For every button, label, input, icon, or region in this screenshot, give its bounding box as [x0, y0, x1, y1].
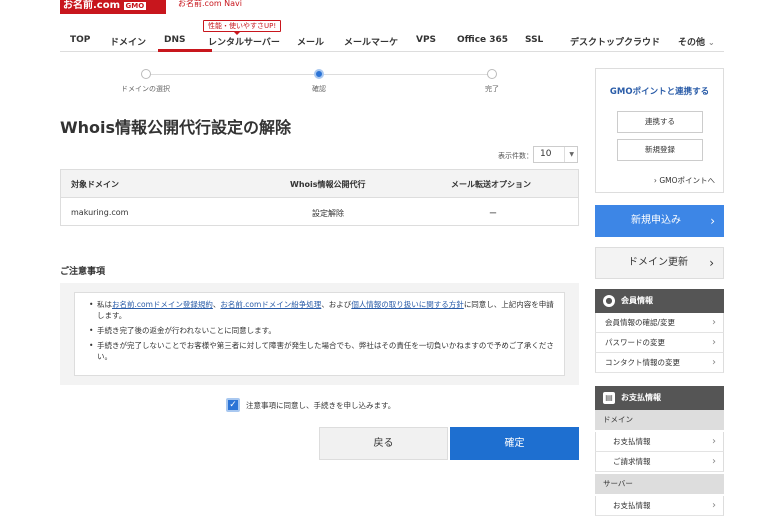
chevron-right-icon: › [712, 337, 716, 348]
top-bar: お名前.com GMO お名前.com Navi [0, 0, 780, 20]
new-application-button[interactable]: 新規申込み › [595, 205, 724, 237]
chevron-down-icon: ⌄ [708, 38, 715, 47]
logo-sub: GMO [123, 2, 147, 10]
dispute-link[interactable]: お名前.comドメイン紛争処理 [220, 300, 321, 309]
gmo-register-button[interactable]: 新規登録 [617, 139, 703, 161]
step-dot-select [141, 69, 151, 79]
sidebar-item-contact[interactable]: コンタクト情報の変更 › [595, 353, 724, 373]
note-terms-mid: 、および [321, 300, 352, 309]
page-title: Whois情報公開代行設定の解除 [60, 118, 292, 137]
sidebar-item-label: パスワードの変更 [605, 338, 665, 347]
caret-down-icon: ▼ [564, 147, 574, 162]
new-application-label: 新規申込み [631, 215, 681, 226]
step-label-complete: 完了 [485, 85, 499, 93]
nav-desktop-cloud[interactable]: デスクトップクラウド [570, 35, 660, 48]
table-cell-whois: 設定解除 [312, 209, 344, 218]
gmo-points-title: GMOポイントと連携する [609, 87, 710, 97]
sidebar-item-server-payment[interactable]: お支払情報 › [595, 496, 724, 516]
sidebar-item-domain-payment[interactable]: お支払情報 › [595, 432, 724, 452]
table-header-whois: Whois情報公開代行 [290, 180, 366, 189]
note-refund: 手続き完了後の返金が行われないことに同意します。 [89, 325, 554, 336]
back-button[interactable]: 戻る [319, 427, 448, 460]
table-header-domain: 対象ドメイン [71, 180, 119, 189]
table-cell-domain: makuring.com [71, 208, 129, 217]
agree-label[interactable]: 注意事項に同意し、手続きを申し込みます。 [246, 400, 395, 411]
sidebar-item-label: 会員情報の確認/変更 [605, 318, 676, 327]
logo-text: お名前.com [63, 0, 121, 11]
note-terms: 私はお名前.comドメイン登録規約、お名前.comドメイン紛争処理、および個人情… [89, 299, 554, 321]
member-info-title: 会員情報 [621, 296, 653, 305]
global-nav: TOP ドメイン DNS レンタルサーバー メール メールマーケ VPS Off… [60, 30, 724, 52]
nav-rental-server[interactable]: レンタルサーバー [208, 35, 280, 48]
payment-server-subheader: サーバー [595, 474, 724, 494]
sidebar-item-label: お支払情報 [613, 501, 651, 510]
table-header-mail-forward: メール転送オプション [451, 180, 531, 189]
nav-other[interactable]: その他 ⌄ [678, 35, 715, 48]
notes-section: 私はお名前.comドメイン登録規約、お名前.comドメイン紛争処理、および個人情… [60, 283, 579, 385]
domain-renewal-button[interactable]: ドメイン更新 › [595, 247, 724, 279]
privacy-link[interactable]: 個人情報の取り扱いに関する方針 [351, 300, 464, 309]
step-label-confirm: 確認 [312, 85, 326, 93]
header-tagline: お名前.com Navi [178, 0, 243, 8]
step-dot-confirm [314, 69, 324, 79]
chevron-right-icon: › [712, 436, 716, 447]
payment-info-title: お支払情報 [621, 393, 661, 402]
note-liability: 手続きが完了しないことでお客様や第三者に対して障害が発生した場合でも、弊社はその… [89, 340, 554, 362]
nav-mail-marketing[interactable]: メールマーケ [344, 35, 398, 48]
payment-domain-subheader: ドメイン [595, 410, 724, 430]
count-select[interactable]: 10 ▼ [533, 146, 578, 163]
nav-badge: 性能・使いやすさUP! [203, 20, 282, 35]
sidebar-item-domain-billing[interactable]: ご請求情報 › [595, 452, 724, 472]
user-icon: ● [603, 295, 615, 307]
nav-dns[interactable]: DNS [164, 35, 186, 45]
nav-top[interactable]: TOP [70, 35, 90, 45]
member-info-header: ● 会員情報 [595, 289, 724, 313]
check-icon: ✓ [229, 400, 237, 410]
chevron-right-icon: › [653, 176, 657, 185]
count-value: 10 [540, 149, 552, 159]
payment-info-header: ▤ お支払情報 [595, 386, 724, 410]
table-cell-mail-forward: ー [489, 209, 497, 218]
chevron-right-icon: › [712, 357, 716, 368]
confirm-button[interactable]: 確定 [450, 427, 579, 460]
gmo-points-box: GMOポイントと連携する 連携する 新規登録 › GMOポイントへ [595, 68, 724, 193]
agree-checkbox[interactable]: ✓ [226, 398, 240, 412]
count-label: 表示件数： [498, 152, 533, 160]
nav-ssl[interactable]: SSL [525, 35, 543, 45]
wallet-icon: ▤ [603, 392, 615, 404]
sidebar-item-label: ご請求情報 [613, 457, 651, 466]
notes-title: ご注意事項 [60, 267, 106, 277]
chevron-right-icon: › [712, 317, 716, 328]
table-header: 対象ドメイン Whois情報公開代行 メール転送オプション [61, 170, 578, 198]
domain-renewal-label: ドメイン更新 [628, 257, 688, 268]
nav-active-indicator [158, 49, 212, 52]
nav-office365[interactable]: Office 365 [457, 35, 508, 45]
sidebar-item-label: お支払情報 [613, 437, 651, 446]
note-terms-pre: 私は [97, 300, 112, 309]
nav-mail[interactable]: メール [297, 35, 324, 48]
brand-logo[interactable]: お名前.com GMO [60, 0, 166, 14]
sidebar-item-password[interactable]: パスワードの変更 › [595, 333, 724, 353]
chevron-right-icon: › [710, 214, 715, 228]
gmo-points-link[interactable]: › GMOポイントへ [654, 175, 715, 186]
sidebar-item-member-edit[interactable]: 会員情報の確認/変更 › [595, 313, 724, 333]
chevron-right-icon: › [712, 456, 716, 467]
notes-box: 私はお名前.comドメイン登録規約、お名前.comドメイン紛争処理、および個人情… [74, 292, 565, 376]
step-dot-complete [487, 69, 497, 79]
chevron-right-icon: › [712, 500, 716, 511]
nav-domain[interactable]: ドメイン [110, 35, 146, 48]
nav-vps[interactable]: VPS [416, 35, 436, 45]
terms-link[interactable]: お名前.comドメイン登録規約 [112, 300, 213, 309]
step-label-select: ドメインの選択 [121, 85, 170, 93]
gmo-points-link-label: GMOポイントへ [659, 176, 715, 185]
domain-table: 対象ドメイン Whois情報公開代行 メール転送オプション makuring.c… [60, 169, 579, 226]
nav-other-label: その他 [678, 38, 706, 48]
gmo-link-button[interactable]: 連携する [617, 111, 703, 133]
sidebar-item-label: コンタクト情報の変更 [605, 358, 680, 367]
chevron-right-icon: › [709, 256, 714, 270]
